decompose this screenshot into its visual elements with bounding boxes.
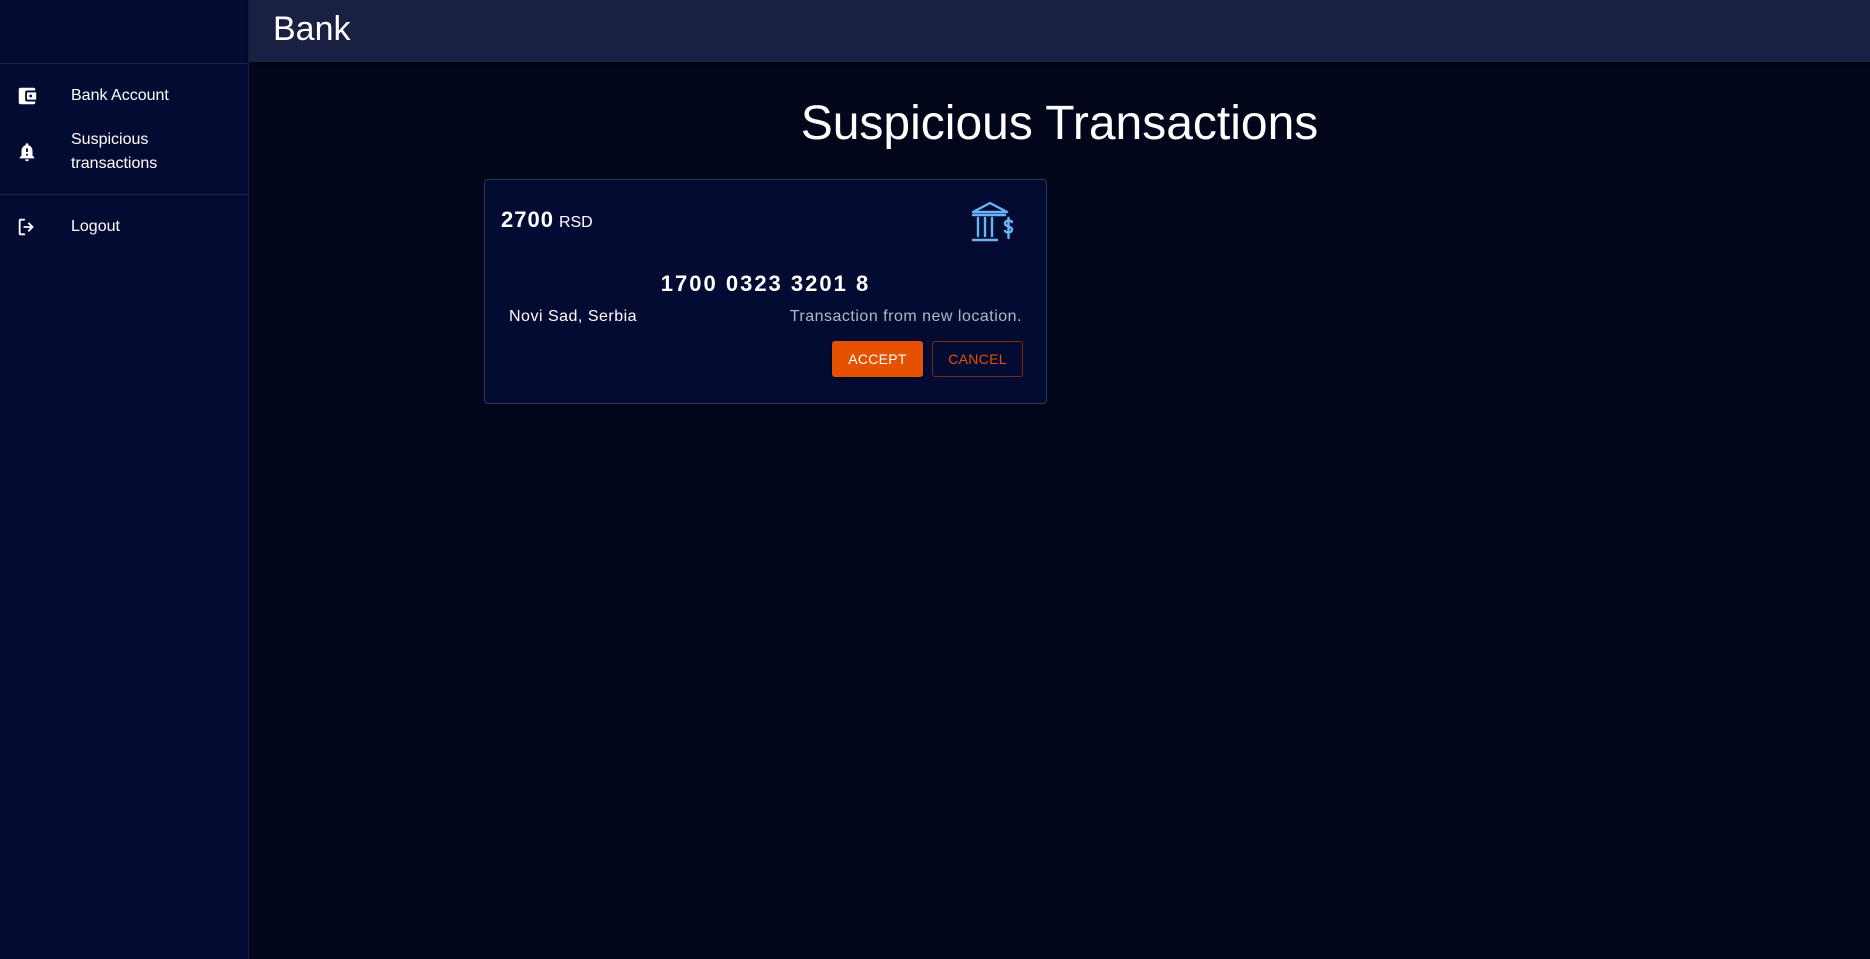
bell-alert-icon xyxy=(16,141,38,163)
bank-dollar-icon xyxy=(970,200,1016,244)
amount-value: 2700 xyxy=(501,207,554,232)
account-number: 1700 0323 3201 8 xyxy=(660,271,871,296)
logout-icon xyxy=(16,216,38,238)
sidebar: Bank Account Suspicious transactions Log… xyxy=(0,0,249,959)
transaction-location: Novi Sad, Serbia xyxy=(509,308,638,325)
sidebar-item-label: Logout xyxy=(71,218,120,235)
sidebar-divider xyxy=(0,194,248,195)
cancel-button[interactable]: CANCEL xyxy=(932,341,1023,377)
sidebar-item-label: Bank Account xyxy=(71,87,169,104)
transaction-amount: 2700 RSD xyxy=(501,207,593,233)
sidebar-nav: Bank Account Suspicious transactions Log… xyxy=(0,64,248,251)
sidebar-item-logout[interactable]: Logout xyxy=(0,203,248,251)
sidebar-item-suspicious-transactions[interactable]: Suspicious transactions xyxy=(0,118,248,186)
sidebar-item-bank-account[interactable]: Bank Account xyxy=(0,74,248,118)
transaction-reason: Transaction from new location. xyxy=(789,308,1022,325)
accept-button[interactable]: ACCEPT xyxy=(832,341,923,377)
app-title: Bank xyxy=(273,10,351,48)
sidebar-item-label: Suspicious transactions xyxy=(71,131,158,172)
wallet-icon xyxy=(16,85,38,107)
app-header: Bank xyxy=(249,0,1870,62)
page-title: Suspicious Transactions xyxy=(800,97,1319,150)
amount-currency: RSD xyxy=(558,214,593,231)
sidebar-header xyxy=(0,0,248,64)
transaction-card: 2700 RSD 1700 0323 3201 8 Novi Sad, Serb… xyxy=(484,179,1047,404)
